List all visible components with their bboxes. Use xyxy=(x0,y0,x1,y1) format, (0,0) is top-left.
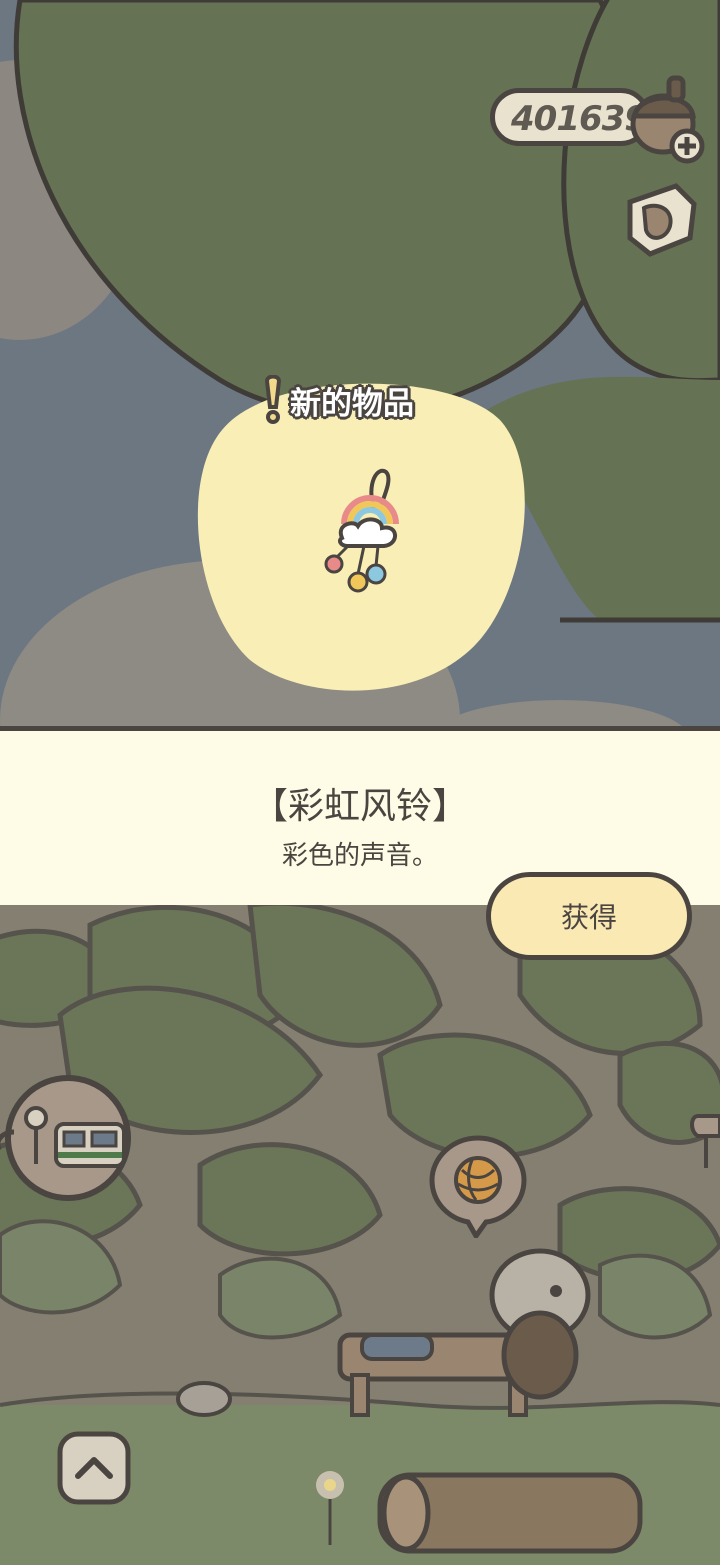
get-button[interactable]: 获得 xyxy=(486,872,692,960)
new-item-text: 新的物品 xyxy=(290,385,414,422)
rainbow-wind-chime-icon xyxy=(324,468,399,593)
item-name: 【彩虹风铃】 xyxy=(251,786,468,827)
new-item-label: 新的物品 xyxy=(262,374,414,426)
side-sign-icon[interactable] xyxy=(688,1112,720,1168)
chevron-up-icon[interactable] xyxy=(56,1430,132,1506)
yarn-ball-icon[interactable] xyxy=(428,1134,528,1238)
acorn-plus-icon[interactable] xyxy=(625,72,709,164)
map-icon[interactable] xyxy=(620,178,704,262)
train-station-icon[interactable] xyxy=(0,1072,134,1202)
exclamation-icon xyxy=(264,375,282,424)
item-description: 彩色的声音。 xyxy=(281,841,438,871)
